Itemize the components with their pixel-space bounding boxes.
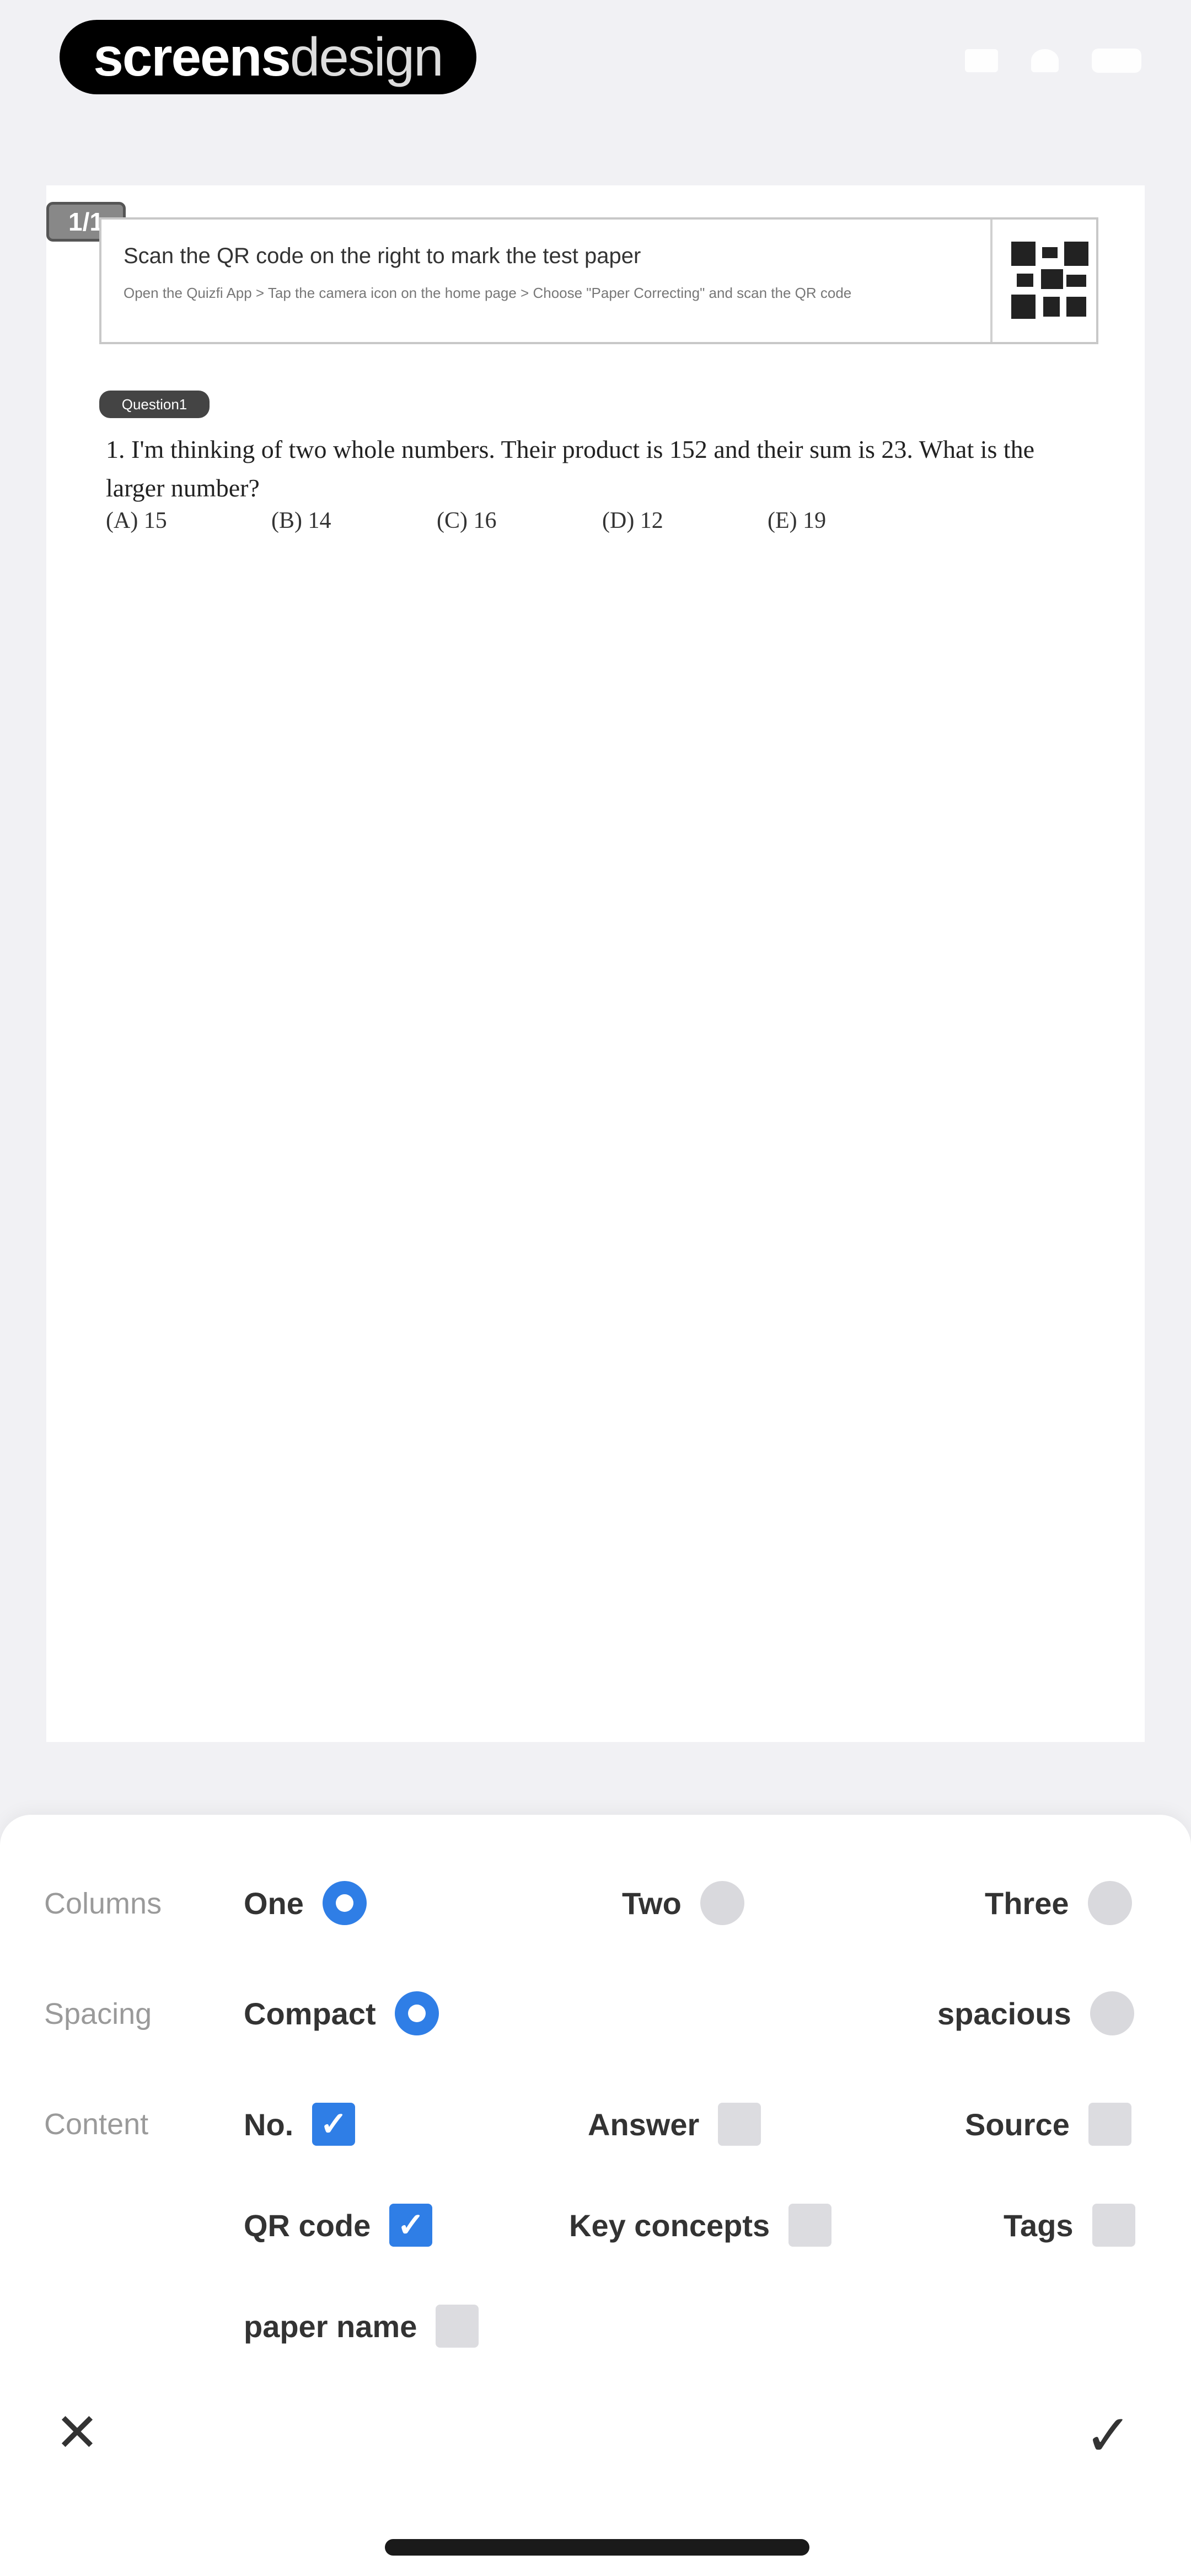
checkbox-checked-icon[interactable]: ✓ bbox=[312, 2103, 356, 2146]
option-label: No. bbox=[244, 2107, 294, 2142]
status-bar bbox=[965, 49, 1141, 73]
qr-instruction-card: Scan the QR code on the right to mark th… bbox=[99, 217, 1098, 344]
content-option-paper-name[interactable]: paper name bbox=[244, 2305, 479, 2348]
brand-strong: screens bbox=[93, 26, 291, 87]
checkbox-unchecked-icon[interactable] bbox=[718, 2103, 761, 2146]
option-label: Tags bbox=[1004, 2208, 1074, 2243]
columns-option-two[interactable]: Two bbox=[622, 1881, 744, 1925]
option-label: Three bbox=[985, 1885, 1069, 1921]
question-text: 1. I'm thinking of two whole numbers. Th… bbox=[106, 435, 1035, 502]
radio-selected-icon[interactable] bbox=[322, 1881, 367, 1925]
home-indicator bbox=[385, 2539, 809, 2556]
option-label: Source bbox=[965, 2107, 1070, 2142]
spacing-option-spacious[interactable]: spacious bbox=[937, 1991, 1134, 2035]
content-option-key-concepts[interactable]: Key concepts bbox=[569, 2204, 832, 2247]
qr-divider bbox=[990, 220, 993, 342]
content-option-source[interactable]: Source bbox=[965, 2103, 1131, 2146]
content-option-number[interactable]: No. ✓ bbox=[244, 2103, 356, 2146]
checkmark-icon[interactable]: ✓ bbox=[1081, 2404, 1136, 2468]
option-label: spacious bbox=[937, 1996, 1071, 2031]
option-d: (D) 12 bbox=[602, 508, 663, 533]
option-b: (B) 14 bbox=[271, 508, 331, 533]
spacing-option-compact[interactable]: Compact bbox=[244, 1991, 439, 2035]
option-label: Key concepts bbox=[569, 2208, 770, 2243]
spacing-label: Spacing bbox=[44, 1997, 152, 2030]
option-label: Answer bbox=[588, 2107, 700, 2142]
qr-card-subtitle: Open the Quizfi App > Tap the camera ico… bbox=[124, 285, 852, 301]
content-option-tags[interactable]: Tags bbox=[1004, 2204, 1135, 2247]
columns-option-three[interactable]: Three bbox=[985, 1881, 1132, 1925]
checkbox-unchecked-icon[interactable] bbox=[1088, 2103, 1131, 2146]
option-c: (C) 16 bbox=[437, 508, 497, 533]
columns-option-one[interactable]: One bbox=[244, 1881, 367, 1925]
qr-code-icon bbox=[1011, 242, 1088, 319]
layout-settings-sheet bbox=[0, 1815, 1191, 2576]
close-icon[interactable]: ✕ bbox=[55, 2403, 99, 2462]
checkbox-unchecked-icon[interactable] bbox=[788, 2204, 832, 2247]
content-option-qr-code[interactable]: QR code ✓ bbox=[244, 2204, 433, 2247]
question-tag: Question1 bbox=[99, 391, 210, 418]
checkbox-checked-icon[interactable]: ✓ bbox=[389, 2204, 433, 2247]
checkbox-unchecked-icon[interactable] bbox=[1092, 2204, 1135, 2247]
paper-preview bbox=[46, 185, 1145, 1742]
option-label: QR code bbox=[244, 2208, 371, 2243]
qr-card-title: Scan the QR code on the right to mark th… bbox=[124, 244, 641, 268]
radio-unselected-icon[interactable] bbox=[700, 1881, 744, 1925]
signal-icon bbox=[965, 49, 998, 72]
option-label: Compact bbox=[244, 1996, 376, 2031]
radio-selected-icon[interactable] bbox=[394, 1991, 439, 2035]
content-label: Content bbox=[44, 2108, 149, 2141]
brand-logo: screens design bbox=[60, 20, 476, 94]
answer-options: (A) 15 (B) 14 (C) 16 (D) 12 (E) 19 bbox=[106, 507, 933, 534]
option-a: (A) 15 bbox=[106, 508, 167, 533]
battery-icon bbox=[1092, 49, 1141, 73]
option-label: Two bbox=[622, 1885, 682, 1921]
option-e: (E) 19 bbox=[768, 508, 827, 533]
radio-unselected-icon[interactable] bbox=[1087, 1881, 1132, 1925]
brand-light: design bbox=[289, 26, 444, 87]
radio-unselected-icon[interactable] bbox=[1090, 1991, 1134, 2035]
option-label: One bbox=[244, 1885, 304, 1921]
columns-label: Columns bbox=[44, 1887, 162, 1920]
option-label: paper name bbox=[244, 2308, 417, 2344]
wifi-icon bbox=[1031, 49, 1059, 72]
checkbox-unchecked-icon[interactable] bbox=[436, 2305, 479, 2348]
content-option-answer[interactable]: Answer bbox=[588, 2103, 761, 2146]
